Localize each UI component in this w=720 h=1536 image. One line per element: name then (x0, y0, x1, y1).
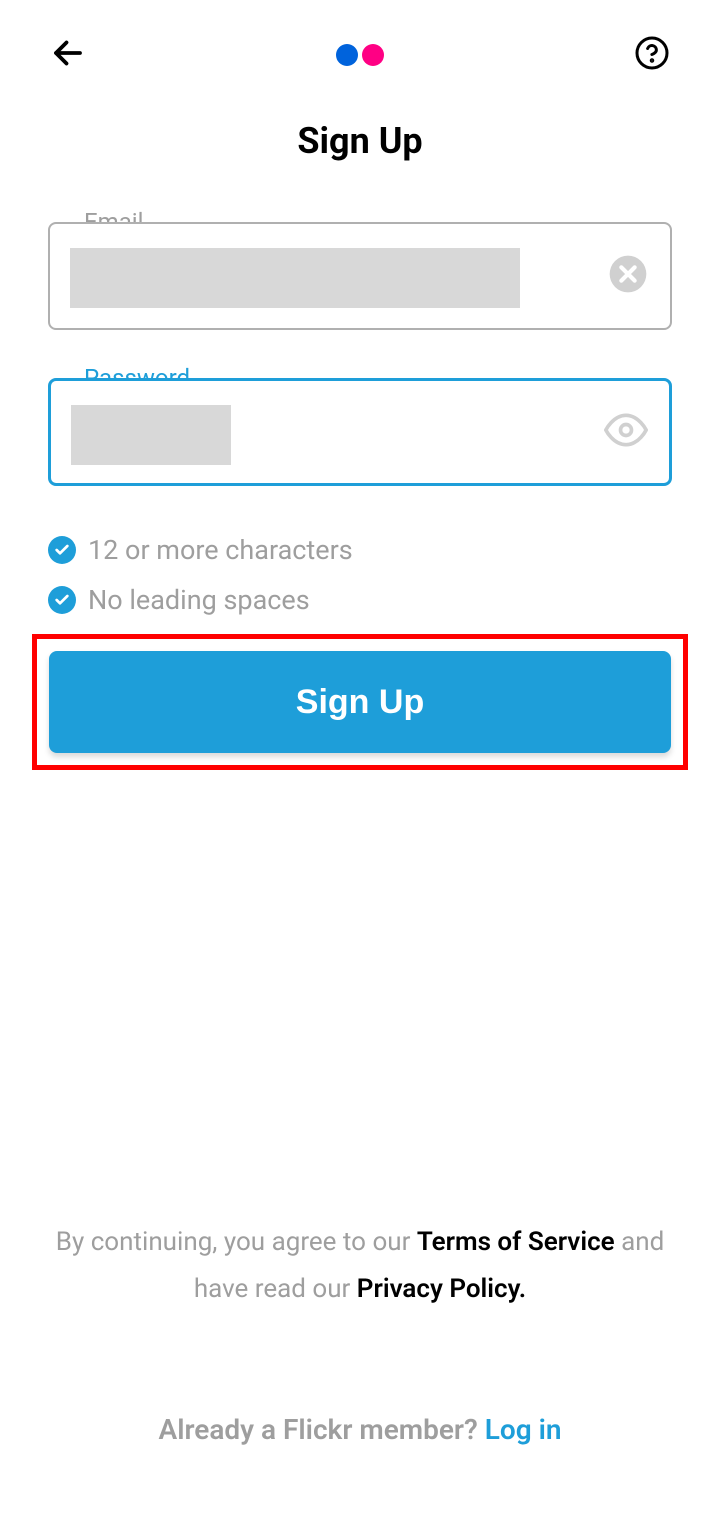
login-prompt-text: Already a Flickr member? (159, 1413, 485, 1446)
email-value-redacted (70, 248, 520, 308)
password-value-redacted (71, 405, 231, 465)
help-icon[interactable] (634, 35, 670, 75)
footer: By continuing, you agree to our Terms of… (0, 1219, 720, 1446)
clear-input-icon[interactable] (608, 254, 648, 298)
terms-prefix: By continuing, you agree to our (56, 1227, 417, 1257)
signup-button-highlight: Sign Up (32, 634, 688, 770)
email-input-group: Email (48, 222, 672, 330)
login-prompt: Already a Flickr member? Log in (48, 1413, 672, 1446)
password-input-group: Password (48, 378, 672, 486)
requirement-item: No leading spaces (48, 584, 672, 616)
check-icon (48, 536, 76, 564)
signup-form: Email Password (0, 222, 720, 770)
flickr-logo (336, 44, 384, 66)
signup-button[interactable]: Sign Up (49, 651, 671, 753)
toggle-password-visibility-icon[interactable] (604, 408, 648, 456)
requirement-text: 12 or more characters (88, 534, 353, 566)
password-requirements: 12 or more characters No leading spaces (48, 534, 672, 616)
logo-dot-pink (362, 44, 384, 66)
header (0, 0, 720, 80)
check-icon (48, 586, 76, 614)
login-link[interactable]: Log in (485, 1413, 562, 1446)
password-field[interactable] (48, 378, 672, 486)
email-field[interactable] (48, 222, 672, 330)
terms-text: By continuing, you agree to our Terms of… (48, 1219, 672, 1313)
logo-dot-blue (336, 44, 358, 66)
requirement-text: No leading spaces (88, 584, 310, 616)
privacy-policy-link[interactable]: Privacy Policy. (357, 1274, 526, 1304)
requirement-item: 12 or more characters (48, 534, 672, 566)
back-arrow-icon[interactable] (50, 35, 86, 75)
terms-of-service-link[interactable]: Terms of Service (417, 1227, 615, 1257)
page-title: Sign Up (0, 120, 720, 162)
